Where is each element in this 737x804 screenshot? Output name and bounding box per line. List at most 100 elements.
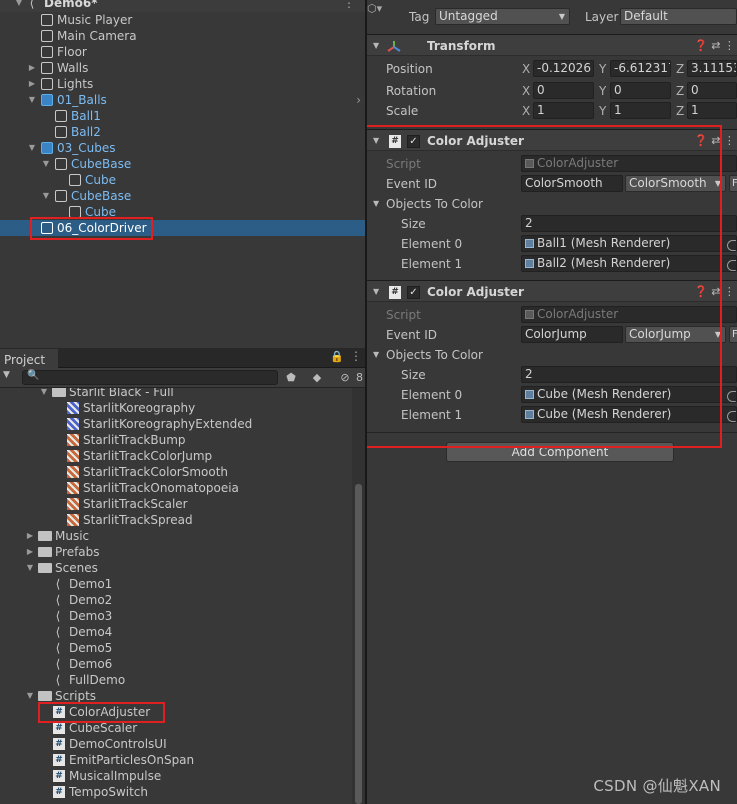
event-id-extra-button[interactable]: F [729,326,737,343]
unity-scene-icon: ⟨ [29,0,35,10]
help-settings-icons[interactable]: ❓ ⇄ ⋮ [694,281,735,303]
filter-by-label-icon[interactable]: ◆ [308,370,326,386]
list-item-label: Music [55,529,90,543]
rotation-row: Rotation X 0 Y 0 Z 0 [367,81,737,101]
tag-layer-row: ⬡▾ Tag Untagged ▼ Layer Default [367,2,737,27]
hierarchy-scene-row[interactable]: ▼ ⟨ Demo6* ⋮ [0,0,365,11]
hierarchy-item-cube[interactable]: Cube [0,172,365,188]
lock-icon[interactable]: 🔒 [330,350,344,363]
hierarchy-item-main-camera[interactable]: Main Camera [0,28,365,44]
mesh-renderer-icon [525,239,534,248]
hierarchy-item-03-cubes[interactable]: ▼ 03_Cubes [0,140,365,156]
chevron-down-icon[interactable]: ▼ [373,281,379,303]
position-z-field[interactable]: 3.111537 [687,60,737,77]
list-item-label: Demo5 [69,641,113,655]
scale-x-field[interactable]: 1 [533,102,594,119]
create-dropdown-icon[interactable]: ▼ [3,370,10,380]
element-0-field[interactable]: Cube (Mesh Renderer) [521,386,737,403]
hierarchy-item-label: 03_Cubes [57,141,116,155]
color-adjuster-header[interactable]: ▼ # ✓ Color Adjuster ❓ ⇄ ⋮ [367,280,737,302]
object-picker-icon[interactable] [727,391,736,402]
position-label: Position [386,62,433,76]
chevron-right-icon[interactable]: › [356,92,361,108]
hierarchy-item-ball2[interactable]: Ball2 [0,124,365,140]
object-picker-icon[interactable] [727,411,736,422]
rotation-z-field[interactable]: 0 [687,82,737,99]
vertical-scrollbar[interactable] [352,388,365,804]
chevron-right-icon[interactable]: ▶ [27,60,37,76]
chevron-down-icon[interactable]: ▼ [41,156,51,172]
chevron-down-icon[interactable]: ▼ [41,188,51,204]
event-id-extra-button[interactable]: F [729,175,737,192]
event-id-field[interactable]: ColorJump [521,326,623,343]
element-0-field[interactable]: Ball1 (Mesh Renderer) [521,235,737,252]
help-settings-icons[interactable]: ❓ ⇄ ⋮ [694,130,735,152]
object-picker-icon[interactable] [727,260,736,271]
scrollbar-thumb[interactable] [355,484,362,804]
kebab-menu-icon[interactable]: ⋮ [350,349,362,363]
chevron-right-icon[interactable]: ▶ [25,528,35,544]
folder-icon [38,531,52,541]
element-0-row: Element 0 Ball1 (Mesh Renderer) [367,234,737,254]
component-enabled-checkbox[interactable]: ✓ [407,135,420,148]
event-id-field[interactable]: ColorSmooth [521,175,623,192]
object-picker-icon[interactable] [727,240,736,251]
divider [367,432,737,433]
objects-to-color-row[interactable]: ▼ Objects To Color [367,194,737,214]
filter-by-type-icon[interactable]: ⬟ [282,370,300,386]
chevron-down-icon[interactable]: ▼ [373,35,379,57]
transform-header[interactable]: ▼ Transform ❓ ⇄ ⋮ [367,34,737,56]
event-id-dropdown[interactable]: ColorSmooth ▼ [625,175,726,192]
project-file-list: ▼ Starlit Black - Full StarlitKoreograph… [0,388,352,804]
hierarchy-item-walls[interactable]: ▶ Walls [0,60,365,76]
hierarchy-item-ball1[interactable]: Ball1 [0,108,365,124]
script-field: ColorAdjuster [521,155,737,172]
chevron-down-icon[interactable]: ▼ [373,130,379,152]
event-id-label: Event ID [386,328,437,342]
hierarchy-item-lights[interactable]: ▶ Lights [0,76,365,92]
chevron-down-icon[interactable]: ▼ [25,560,35,576]
hierarchy-item-06-colordriver[interactable]: 06_ColorDriver [0,220,365,236]
scale-y-field[interactable]: 1 [610,102,671,119]
scale-z-field[interactable]: 1 [687,102,737,119]
event-id-dropdown[interactable]: ColorJump ▼ [625,326,726,343]
hierarchy-item-floor[interactable]: Floor [0,44,365,60]
objects-to-color-row[interactable]: ▼ Objects To Color [367,345,737,365]
add-component-button[interactable]: Add Component [446,442,674,462]
csharp-script-icon: # [53,706,65,718]
search-input[interactable]: 🔍 [22,370,278,385]
list-item-label: TempoSwitch [69,785,148,799]
tab-project[interactable]: Project [0,349,58,368]
hierarchy-item-cubebase[interactable]: ▼ CubeBase [0,156,365,172]
chevron-right-icon[interactable]: ▶ [27,76,37,92]
chevron-down-icon[interactable]: ▼ [14,0,24,11]
help-settings-icons[interactable]: ❓ ⇄ ⋮ [694,35,735,57]
chevron-down-icon[interactable]: ▼ [373,194,379,214]
element-1-field[interactable]: Ball2 (Mesh Renderer) [521,255,737,272]
hierarchy-item-01-balls[interactable]: ▼ 01_Balls › [0,92,365,108]
rotation-y-field[interactable]: 0 [610,82,671,99]
element-1-field[interactable]: Cube (Mesh Renderer) [521,406,737,423]
size-field[interactable]: 2 [521,215,737,232]
component-enabled-checkbox[interactable]: ✓ [407,286,420,299]
hierarchy-panel: ▼ ⟨ Demo6* ⋮ Music Player Main Camera Fl… [0,0,365,348]
hierarchy-item-cube[interactable]: Cube [0,204,365,220]
hierarchy-item-music-player[interactable]: Music Player [0,12,365,28]
chevron-down-icon[interactable]: ▼ [27,92,37,108]
chevron-down-icon[interactable]: ▼ [27,140,37,156]
hidden-packages-icon[interactable]: ⊘ [334,370,356,386]
size-field[interactable]: 2 [521,366,737,383]
kebab-menu-icon[interactable]: ⋮ [343,0,355,11]
chevron-right-icon[interactable]: ▶ [25,544,35,560]
position-y-field[interactable]: -6.612317 [610,60,671,77]
rotation-x-field[interactable]: 0 [533,82,594,99]
color-adjuster-header[interactable]: ▼ # ✓ Color Adjuster ❓ ⇄ ⋮ [367,129,737,151]
tag-dropdown[interactable]: Untagged ▼ [435,8,570,25]
hierarchy-item-cubebase[interactable]: ▼ CubeBase [0,188,365,204]
layer-dropdown[interactable]: Default [620,8,737,25]
chevron-down-icon[interactable]: ▼ [25,688,35,704]
csharp-script-icon: # [53,722,65,734]
chevron-down-icon[interactable]: ▼ [373,345,379,365]
chevron-down-icon[interactable]: ▼ [39,388,49,400]
position-x-field[interactable]: -0.12026 [533,60,594,77]
